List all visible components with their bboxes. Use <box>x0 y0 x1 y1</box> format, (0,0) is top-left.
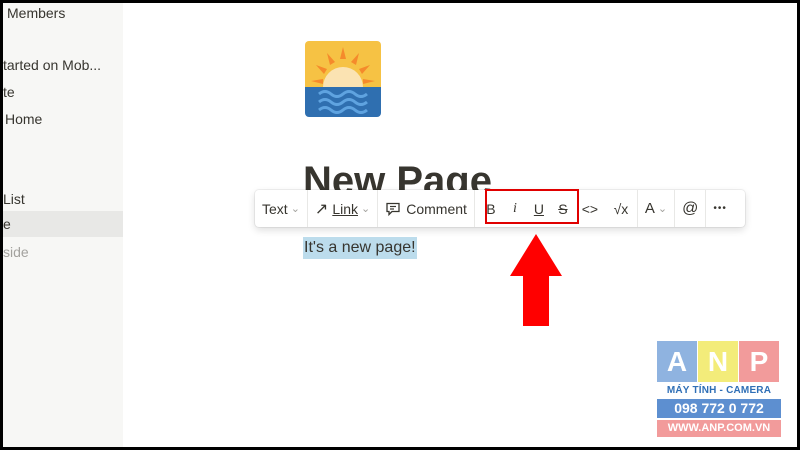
divider <box>473 190 475 227</box>
sidebar-item-side[interactable]: side <box>3 239 123 265</box>
selected-text-block[interactable]: It's a new page! <box>303 237 417 259</box>
chevron-down-icon: ⌄ <box>657 203 668 215</box>
annotation-arrow-up-icon <box>510 234 562 326</box>
anp-watermark-logo: A N P MÁY TÍNH - CAMERA 098 772 0 772 WW… <box>657 341 781 437</box>
comment-icon <box>386 202 400 216</box>
sidebar-item-getting-started[interactable]: tarted on Mob... <box>3 52 123 78</box>
logo-tagline: MÁY TÍNH - CAMERA <box>666 385 772 396</box>
comment-button[interactable]: Comment <box>378 190 474 227</box>
annotation-highlight-box <box>485 189 579 224</box>
more-options-button[interactable]: ••• <box>706 190 734 227</box>
sidebar-item-home[interactable]: Home <box>3 106 123 132</box>
sidebar-item-te[interactable]: te <box>3 79 123 105</box>
mention-button[interactable]: @ <box>675 190 705 227</box>
logo-letter-n: N <box>698 341 738 382</box>
logo-website: WWW.ANP.COM.VN <box>657 420 781 437</box>
logo-letter-a: A <box>657 341 697 382</box>
sidebar-item-list[interactable]: List <box>3 186 123 212</box>
turn-into-dropdown[interactable]: Text ⌄ <box>255 190 307 227</box>
chevron-down-icon: ⌄ <box>361 203 371 215</box>
chevron-down-icon: ⌄ <box>290 203 300 215</box>
sidebar: Members tarted on Mob... te Home List e … <box>3 3 123 447</box>
sidebar-item-members[interactable]: Members <box>3 3 123 26</box>
code-button[interactable]: <> <box>575 190 605 227</box>
logo-phone: 098 772 0 772 <box>657 399 781 418</box>
sidebar-item-current-page[interactable]: e <box>3 211 123 237</box>
arrow-up-right-icon: ↗ <box>314 200 329 218</box>
math-equation-button[interactable]: √x <box>605 190 637 227</box>
sunrise-over-water-icon[interactable] <box>305 41 381 117</box>
text-color-button[interactable]: A ⌄ <box>638 190 674 227</box>
logo-letter-p: P <box>739 341 779 382</box>
link-button[interactable]: ↗ Link ⌄ <box>308 190 377 227</box>
